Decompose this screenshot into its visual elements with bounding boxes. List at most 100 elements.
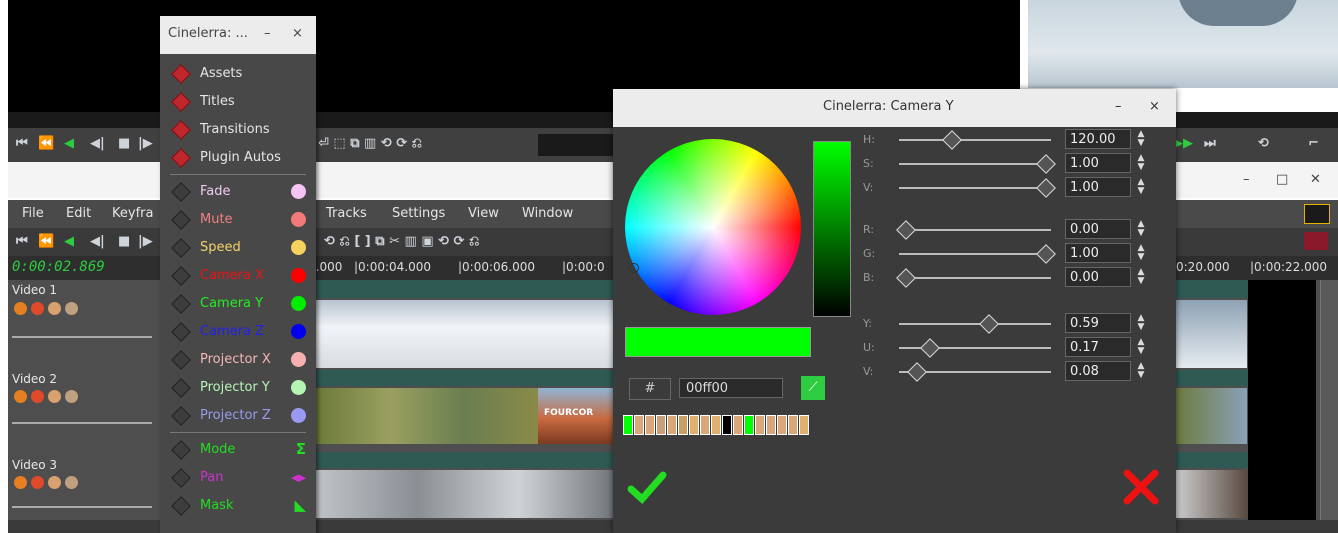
overlay-item-camera-x[interactable]: Camera X: [160, 262, 316, 290]
close-button[interactable]: ×: [292, 26, 303, 41]
frame-forward-icon-2[interactable]: |▶: [138, 234, 153, 249]
history-swatch[interactable]: [711, 415, 721, 435]
spin-arrows-icon[interactable]: ▲ ▼: [1135, 338, 1147, 358]
slider-track[interactable]: [899, 187, 1051, 189]
history-swatch[interactable]: [755, 415, 765, 435]
slider-knob[interactable]: [1036, 154, 1056, 174]
minimize-button[interactable]: –: [1115, 99, 1122, 114]
spin-arrows-icon[interactable]: ▲ ▼: [1135, 314, 1147, 334]
overlay-item-transitions[interactable]: Transitions: [160, 116, 316, 144]
menu-edit[interactable]: Edit: [66, 206, 91, 221]
value-gradient-bar[interactable]: [813, 141, 851, 317]
overlay-item-fade[interactable]: Fade: [160, 178, 316, 206]
slider-knob[interactable]: [1036, 244, 1056, 264]
slider-value-input[interactable]: 1.00: [1065, 177, 1131, 197]
slider-knob[interactable]: [978, 314, 999, 334]
overlay-item-pan[interactable]: Pan ◂▸: [160, 464, 316, 492]
color-dot-icon[interactable]: [291, 380, 306, 395]
wheel-cursor[interactable]: [629, 263, 639, 273]
pan-arrows-icon[interactable]: ◂▸: [291, 468, 306, 486]
vertical-scrollbar[interactable]: [1320, 280, 1338, 520]
mask-icon[interactable]: ◣: [294, 496, 306, 514]
toggle-diamond-icon[interactable]: [171, 64, 191, 84]
history-swatch[interactable]: [634, 415, 644, 435]
fade-slider[interactable]: [12, 506, 152, 508]
slider-value-input[interactable]: 0.17: [1065, 337, 1131, 357]
fade-slider[interactable]: [12, 422, 152, 424]
toggle-diamond-icon[interactable]: [171, 120, 191, 140]
toggle-diamond-icon[interactable]: [171, 148, 191, 168]
history-swatch[interactable]: [733, 415, 743, 435]
overlay-item-camera-z[interactable]: Camera Z: [160, 318, 316, 346]
slider-value-input[interactable]: 0.08: [1065, 361, 1131, 381]
loop-icon[interactable]: ⟲: [1258, 136, 1269, 151]
overlay-item-titles[interactable]: Titles: [160, 88, 316, 116]
overlay-item-projector-y[interactable]: Projector Y: [160, 374, 316, 402]
overlay-item-plugin-autos[interactable]: Plugin Autos: [160, 144, 316, 172]
goto-end-icon[interactable]: ⏭: [1204, 136, 1216, 151]
frame-forward-icon[interactable]: |▶: [138, 136, 153, 151]
track-title[interactable]: Video 2: [12, 372, 57, 386]
frame-back-icon[interactable]: ◀|: [90, 136, 105, 151]
history-swatch[interactable]: [645, 415, 655, 435]
toggle-diamond-icon[interactable]: [171, 266, 191, 286]
history-swatch[interactable]: [788, 415, 798, 435]
video-clip-thumbnail[interactable]: [316, 470, 620, 518]
slider-knob[interactable]: [1036, 178, 1056, 198]
toggle-diamond-icon[interactable]: [171, 294, 191, 314]
overlay-item-projector-x[interactable]: Projector X: [160, 346, 316, 374]
history-swatch[interactable]: [656, 415, 666, 435]
toggle-diamond-icon[interactable]: [171, 440, 191, 460]
toggle-diamond-icon[interactable]: [171, 210, 191, 230]
video-clip-thumbnail[interactable]: [316, 300, 620, 368]
spin-arrows-icon[interactable]: ▲ ▼: [1135, 268, 1147, 288]
hex-input[interactable]: 00ff00: [679, 378, 783, 398]
menu-view[interactable]: View: [468, 206, 499, 221]
spin-arrows-icon[interactable]: ▲ ▼: [1135, 220, 1147, 240]
color-dot-icon[interactable]: [291, 296, 306, 311]
slider-value-input[interactable]: 1.00: [1065, 243, 1131, 263]
slider-value-input[interactable]: 0.00: [1065, 267, 1131, 287]
fast-reverse-icon[interactable]: ⏪: [38, 136, 54, 151]
slider-track[interactable]: [899, 229, 1051, 231]
color-dot-icon[interactable]: [291, 240, 306, 255]
color-history-palette[interactable]: [623, 415, 833, 437]
history-swatch[interactable]: [700, 415, 710, 435]
video-clip-thumbnail[interactable]: [1173, 470, 1247, 518]
toggle-diamond-icon[interactable]: [171, 350, 191, 370]
fade-slider[interactable]: [12, 336, 152, 338]
slider-track[interactable]: [899, 253, 1051, 255]
track-title[interactable]: Video 3: [12, 458, 57, 472]
slider-value-input[interactable]: 0.00: [1065, 219, 1131, 239]
flag-icon[interactable]: [1304, 232, 1328, 250]
edit-tools-icons[interactable]: ⏎ ⬚ ⧉ ▥ ⟲ ⟳ ⎌: [318, 136, 422, 151]
slider-value-input[interactable]: 1.00: [1065, 153, 1131, 173]
x-cross-icon[interactable]: [1121, 467, 1161, 507]
toggle-diamond-icon[interactable]: [171, 182, 191, 202]
fast-reverse-icon-2[interactable]: ⏪: [38, 234, 54, 249]
menu-settings[interactable]: Settings: [392, 206, 445, 221]
menu-window[interactable]: Window: [522, 206, 573, 221]
eyedropper-icon[interactable]: ⟋: [801, 376, 825, 400]
color-dot-icon[interactable]: [291, 268, 306, 283]
reverse-play-icon-2[interactable]: ◀: [64, 234, 74, 249]
spin-arrows-icon[interactable]: ▲ ▼: [1135, 362, 1147, 382]
history-swatch[interactable]: [799, 415, 809, 435]
spin-arrows-icon[interactable]: ▲ ▼: [1135, 244, 1147, 264]
sigma-icon[interactable]: Σ: [296, 440, 306, 458]
slider-track[interactable]: [899, 163, 1051, 165]
slider-track[interactable]: [899, 139, 1051, 141]
goto-start-icon-2[interactable]: ⏮: [16, 234, 28, 249]
overlay-item-projector-z[interactable]: Projector Z: [160, 402, 316, 430]
toggle-diamond-icon[interactable]: [171, 92, 191, 112]
minimize-button[interactable]: –: [264, 26, 271, 41]
stop-icon[interactable]: ■: [118, 136, 130, 151]
toggle-diamond-icon[interactable]: [171, 496, 191, 516]
fast-forward-icon[interactable]: ▶▶: [1173, 136, 1193, 151]
toggle-diamond-icon[interactable]: [171, 378, 191, 398]
overlay-item-mute[interactable]: Mute: [160, 206, 316, 234]
history-swatch[interactable]: [623, 415, 633, 435]
menu-file[interactable]: File: [22, 206, 44, 221]
color-dot-icon[interactable]: [291, 324, 306, 339]
toggle-diamond-icon[interactable]: [171, 468, 191, 488]
